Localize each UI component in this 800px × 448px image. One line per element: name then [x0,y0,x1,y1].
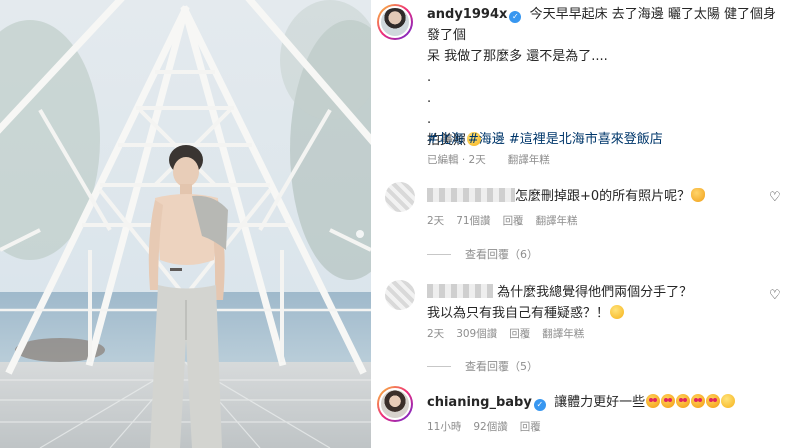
view-replies-button[interactable]: 查看回覆（6） [427,246,538,262]
post-age[interactable]: 2天 [469,154,486,166]
laughing-emoji-icon [721,394,736,408]
comment-1-meta: 2天 71個讚 回覆 翻譯年糕 [427,213,590,228]
reply-button[interactable]: 回覆 [503,215,524,227]
reply-button[interactable]: 回覆 [520,421,541,433]
verified-badge-icon: ✓ [509,11,522,23]
author-avatar[interactable] [377,4,413,40]
post-photo [0,0,371,448]
divider-line [427,365,451,367]
cat-emoji-icon [691,188,706,202]
comment-2-text-line1: 為什麼我總覺得他們兩個分手了？ [497,285,693,300]
commenter-avatar[interactable] [377,386,413,422]
heart-outline-icon[interactable]: ♡ [769,190,781,205]
hashtag-link[interactable]: #海邊 [468,132,505,147]
comment-age[interactable]: 11小時 [427,421,461,433]
carousel-next-indicator[interactable] [356,230,364,238]
post-meta: 已編輯 · 2天 翻譯年糕 [427,154,550,166]
comment-age[interactable]: 2天 [427,215,444,227]
divider-line [427,253,451,255]
sweat-smile-emoji-icon [610,305,625,319]
commenter-username-blurred[interactable] [427,284,493,298]
comment-likes[interactable]: 92個讚 [473,421,507,433]
heart-eyes-emoji-icon [676,394,691,408]
comment-likes[interactable]: 71個讚 [456,215,490,227]
caption-dot-1: . [427,70,432,85]
caption-dot-2: . [427,91,432,106]
comment-1-text: 怎麼刪掉跟+0的所有照片呢？ [515,189,691,204]
heart-eyes-emoji-icon [706,394,721,408]
comment-1: 怎麼刪掉跟+0的所有照片呢？ [427,186,767,207]
heart-eyes-emoji-icon [691,394,706,408]
comment-2: 為什麼我總覺得他們兩個分手了？ 我以為只有我自己有種疑惑？！ [427,282,767,324]
translate-link[interactable]: 翻譯年糕 [542,328,584,340]
hashtag-list: #北海 #海邊 #這裡是北海市喜來登飯店 [427,128,667,147]
translate-link[interactable]: 翻譯年糕 [508,154,550,166]
hashtag-link[interactable]: #北海 [427,132,464,147]
hashtag-link[interactable]: #這裡是北海市喜來登飯店 [509,132,663,147]
edited-label: 已編輯 [427,154,459,166]
translate-link[interactable]: 翻譯年糕 [536,215,578,227]
comment-likes[interactable]: 309個讚 [456,328,497,340]
comment-3: chianing_baby ✓ 讓體力更好一些 [427,392,787,413]
comment-age[interactable]: 2天 [427,328,444,340]
commenter-avatar[interactable] [385,182,415,212]
comment-2-meta: 2天 309個讚 回覆 翻譯年糕 [427,326,596,341]
heart-eyes-emoji-icon [646,394,661,408]
comment-3-text: 讓體力更好一些 [554,395,646,410]
view-replies-label: 查看回覆（5） [465,360,538,373]
caption-dot-3: . [427,112,432,127]
view-replies-label: 查看回覆（6） [465,248,538,261]
author-username[interactable]: andy1994x [427,7,507,22]
commenter-username[interactable]: chianing_baby [427,395,532,410]
commenter-avatar[interactable] [385,280,415,310]
comments-panel: andy1994x ✓ 今天早早起床 去了海邊 曬了太陽 健了個身 發了個 呆 我… [371,0,800,448]
view-replies-button[interactable]: 查看回覆（5） [427,358,538,374]
comment-2-text-line2: 我以為只有我自己有種疑惑？！ [427,306,610,321]
reply-button[interactable]: 回覆 [509,328,530,340]
comment-3-meta: 11小時 92個讚 回覆 [427,419,553,434]
photo-scene [0,0,371,448]
heart-eyes-emoji-icon [661,394,676,408]
heart-outline-icon[interactable]: ♡ [769,288,781,303]
verified-badge-icon: ✓ [533,399,546,411]
caption-line-2: 呆 我做了那麼多 還不是為了.... [427,49,608,64]
commenter-username-blurred[interactable] [427,188,515,202]
